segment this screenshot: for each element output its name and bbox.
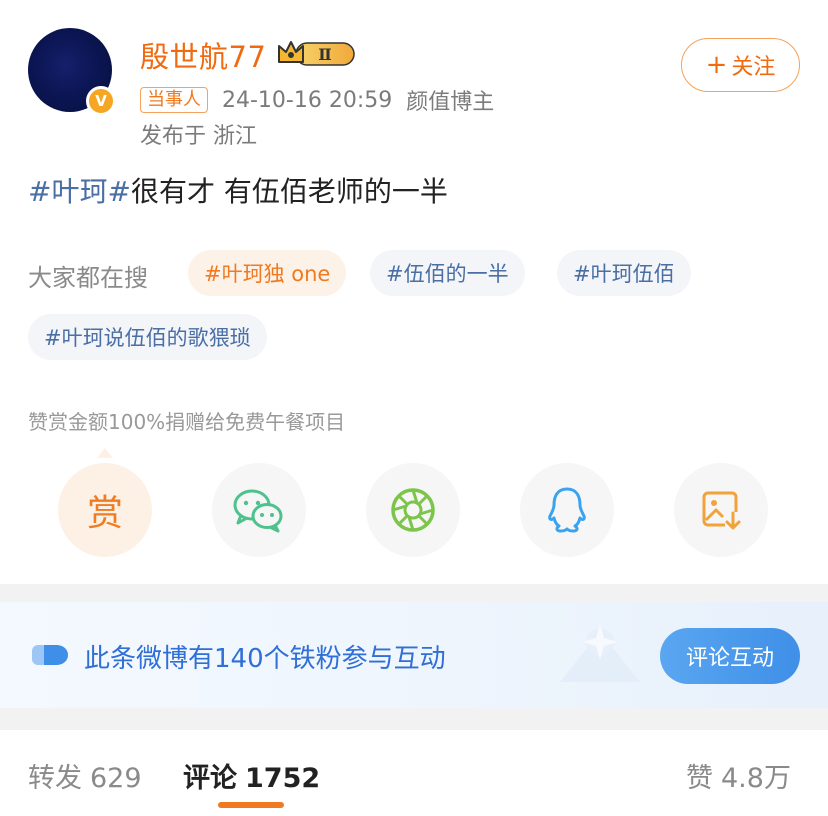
hot-search-chip[interactable]: #叶珂独 one [188,250,347,296]
post-location: 发布于 浙江 [140,124,257,149]
tab-comment[interactable]: 评论 1752 [183,756,320,795]
comment-count: 1752 [245,763,321,794]
like-label: 赞 [686,763,713,794]
post-time: 24-10-16 20:59 [222,87,393,113]
post-meta: 当事人 24-10-16 20:59 颜值博主 [140,84,494,116]
hot-search-chip[interactable]: #伍佰的一半 [370,250,525,296]
follow-button[interactable]: + 关注 [681,38,800,92]
reward-button[interactable]: 赏 [58,463,152,557]
qq-icon [548,487,586,533]
section-divider [0,584,828,602]
post-hashtag[interactable]: #叶珂# [28,175,131,208]
qq-share-button[interactable] [520,463,614,557]
fan-interaction-banner[interactable]: 此条微博有140个铁粉参与互动 评论互动 [0,602,828,708]
comment-label: 评论 [183,763,237,794]
repost-label: 转发 [28,763,82,794]
wechat-icon [233,489,283,533]
stats-tabs: 转发 629 评论 1752 赞 4.8万 [0,730,828,816]
section-divider [0,708,828,730]
wechat-share-button[interactable] [212,463,306,557]
comment-interaction-button[interactable]: 评论互动 [660,628,800,684]
save-image-icon [702,491,741,530]
save-image-button[interactable] [674,463,768,557]
vip-crown-icon[interactable]: Ⅱ [276,38,356,68]
hot-search-label: 大家都在搜 [28,264,148,292]
fan-icon [32,645,68,665]
repost-count: 629 [90,763,142,794]
username[interactable]: 殷世航77 [140,34,266,76]
reward-pointer [97,448,113,458]
reward-note: 赞赏金额100%捐赠给免费午餐项目 [28,410,346,434]
decoration-icon [560,624,640,682]
post-text: #叶珂#很有才 有伍佰老师的一半 [28,170,448,210]
post-body: 很有才 有伍佰老师的一半 [130,175,448,208]
tab-like[interactable]: 赞 4.8万 [686,756,791,795]
moments-share-button[interactable] [366,463,460,557]
like-count: 4.8万 [721,763,791,794]
reward-icon: 赏 [86,493,123,534]
moments-icon [391,488,435,532]
verified-badge-icon: V [86,86,116,116]
fan-banner-text: 此条微博有140个铁粉参与互动 [84,644,446,674]
hot-search-chip[interactable]: #叶珂伍佰 [557,250,691,296]
hot-search-chip[interactable]: #叶珂说伍佰的歌猥琐 [28,314,267,360]
vip-level: Ⅱ [318,45,331,64]
role-tag: 当事人 [140,87,208,113]
follow-label: 关注 [731,55,776,80]
tab-repost[interactable]: 转发 629 [28,756,142,795]
plus-icon: + [705,50,728,80]
active-tab-indicator [218,802,284,808]
user-category: 颜值博主 [406,90,495,115]
